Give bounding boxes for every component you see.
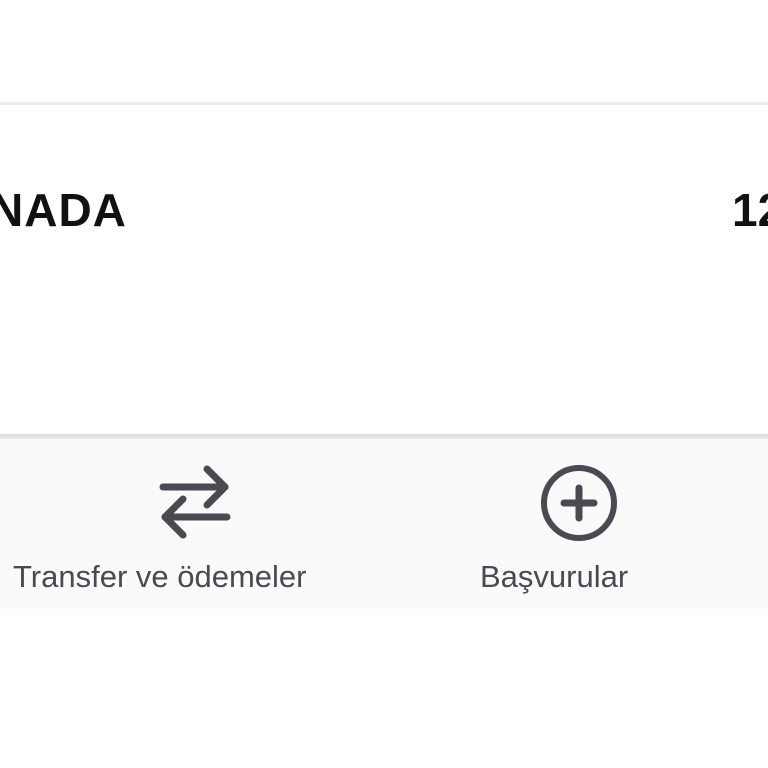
tab-applications-label: Başvurular	[480, 559, 629, 594]
plus-circle-icon	[541, 465, 617, 541]
bottom-blank-area	[0, 609, 768, 768]
tab-applications[interactable]: Başvurular	[420, 439, 740, 609]
account-card[interactable]	[0, 105, 768, 435]
account-amount: 12	[732, 184, 768, 236]
tab-transfers-payments[interactable]: Transfer ve ödemeler	[0, 439, 390, 609]
transfer-arrows-icon	[159, 465, 231, 539]
account-name: NADA	[0, 184, 127, 236]
top-blank-area	[0, 0, 768, 102]
bottom-tab-bar: Transfer ve ödemeler Başvurular	[0, 439, 768, 609]
tab-transfers-label: Transfer ve ödemeler	[13, 559, 307, 594]
